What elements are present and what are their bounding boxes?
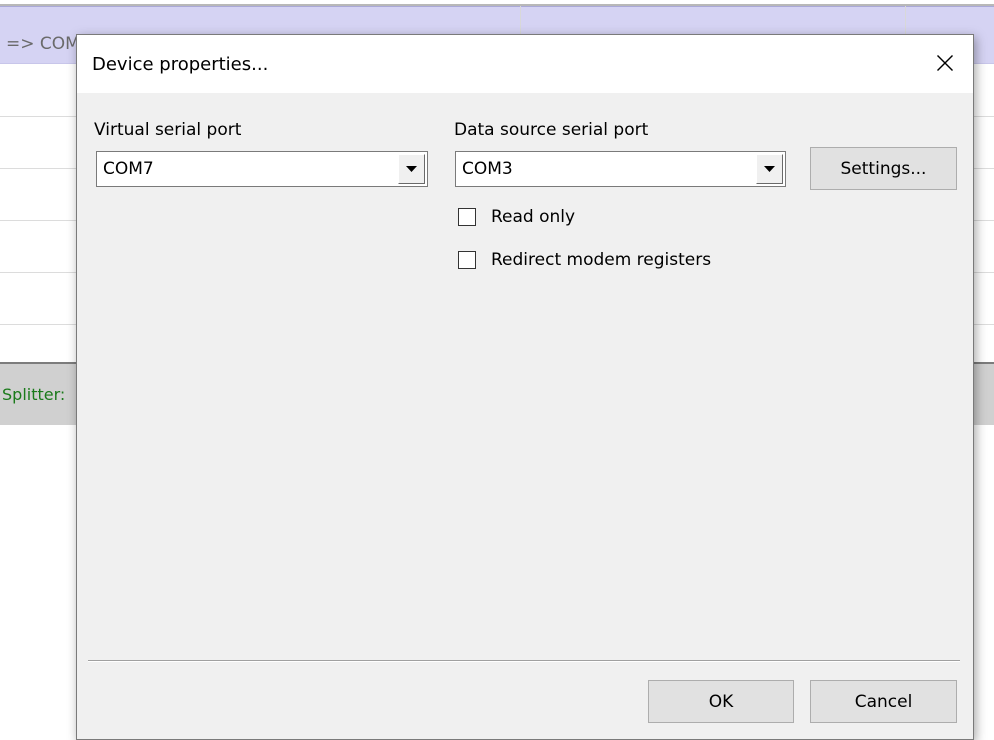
- data-source-dropdown-button[interactable]: [756, 154, 783, 184]
- close-x-icon: [937, 55, 953, 71]
- data-source-serial-port-value: COM3: [462, 159, 513, 179]
- device-properties-dialog: Device properties... Virtual serial port…: [76, 34, 974, 740]
- virtual-port-dropdown-button[interactable]: [398, 154, 425, 184]
- close-button[interactable]: [923, 43, 967, 83]
- data-source-serial-port-select[interactable]: COM3: [455, 151, 786, 187]
- chevron-down-icon: [764, 166, 775, 172]
- redirect-modem-registers-checkbox[interactable]: [458, 251, 476, 269]
- read-only-checkbox-row[interactable]: Read only: [458, 207, 575, 227]
- redirect-modem-registers-label: Redirect modem registers: [491, 250, 712, 270]
- dialog-titlebar[interactable]: Device properties...: [77, 35, 973, 93]
- data-source-serial-port-label: Data source serial port: [454, 120, 649, 140]
- virtual-serial-port-select[interactable]: COM7: [96, 151, 428, 187]
- virtual-serial-port-label: Virtual serial port: [94, 120, 242, 140]
- dialog-title: Device properties...: [92, 54, 269, 75]
- settings-button[interactable]: Settings...: [810, 147, 957, 190]
- read-only-label: Read only: [491, 207, 576, 227]
- read-only-checkbox[interactable]: [458, 208, 476, 226]
- status-text: Splitter:: [2, 385, 66, 404]
- redirect-modem-registers-checkbox-row[interactable]: Redirect modem registers: [458, 250, 711, 270]
- virtual-serial-port-value: COM7: [103, 159, 154, 179]
- chevron-down-icon: [406, 166, 417, 172]
- cancel-button[interactable]: Cancel: [810, 680, 957, 723]
- footer-separator: [88, 660, 960, 662]
- ok-button[interactable]: OK: [648, 680, 794, 723]
